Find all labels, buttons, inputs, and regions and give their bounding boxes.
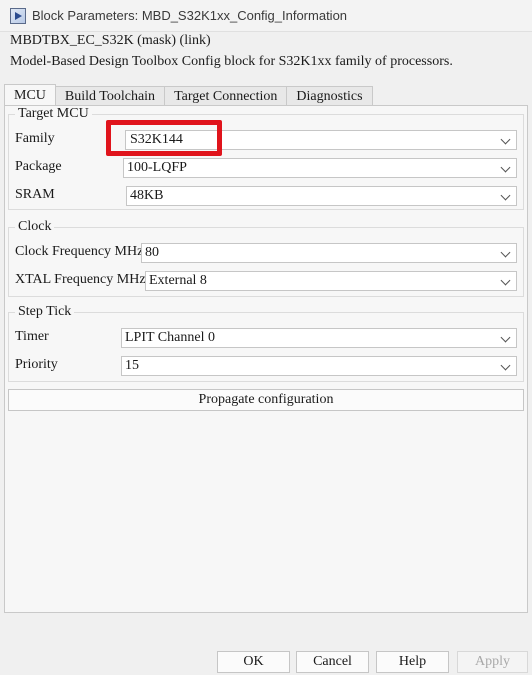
chevron-down-icon xyxy=(500,190,511,201)
tab-mcu[interactable]: MCU xyxy=(4,84,56,106)
window-title: Block Parameters: MBD_S32K1xx_Config_Inf… xyxy=(32,8,348,23)
title-bar: Block Parameters: MBD_S32K1xx_Config_Inf… xyxy=(0,0,532,32)
package-label: Package xyxy=(15,159,62,174)
clock-frequency-label: Clock Frequency MHz xyxy=(15,244,144,259)
block-description: Model-Based Design Toolbox Config block … xyxy=(10,54,453,69)
propagate-configuration-button[interactable]: Propagate configuration xyxy=(8,389,524,411)
highlight-box xyxy=(106,120,222,156)
tab-strip: MCU Build Toolchain Target Connection Di… xyxy=(4,84,373,106)
sram-value: 48KB xyxy=(130,188,164,203)
chevron-down-icon xyxy=(500,360,511,371)
mask-name: MBDTBX_EC_S32K (mask) (link) xyxy=(10,33,211,48)
chevron-down-icon xyxy=(500,134,511,145)
help-button[interactable]: Help xyxy=(376,651,449,673)
clock-frequency-value: 80 xyxy=(145,245,159,260)
xtal-frequency-select[interactable]: External 8 xyxy=(145,271,517,291)
ok-button[interactable]: OK xyxy=(217,651,290,673)
timer-label: Timer xyxy=(15,329,49,344)
chevron-down-icon xyxy=(500,162,511,173)
xtal-frequency-label: XTAL Frequency MHz xyxy=(15,272,146,287)
priority-value: 15 xyxy=(125,358,139,373)
chevron-down-icon xyxy=(500,332,511,343)
family-label: Family xyxy=(15,131,55,146)
group-legend-target-mcu: Target MCU xyxy=(15,106,92,122)
sram-select[interactable]: 48KB xyxy=(126,186,517,206)
dialog-header: MBDTBX_EC_S32K (mask) (link) Model-Based… xyxy=(0,32,532,74)
timer-value: LPIT Channel 0 xyxy=(125,330,215,345)
tab-target-connection[interactable]: Target Connection xyxy=(164,86,288,106)
chevron-down-icon xyxy=(500,275,511,286)
priority-select[interactable]: 15 xyxy=(121,356,517,376)
cancel-button[interactable]: Cancel xyxy=(296,651,369,673)
package-value: 100-LQFP xyxy=(127,160,187,175)
timer-select[interactable]: LPIT Channel 0 xyxy=(121,328,517,348)
tab-diagnostics[interactable]: Diagnostics xyxy=(286,86,373,106)
sram-label: SRAM xyxy=(15,187,55,202)
xtal-frequency-value: External 8 xyxy=(149,273,207,288)
group-legend-clock: Clock xyxy=(15,219,55,235)
group-legend-step-tick: Step Tick xyxy=(15,304,75,320)
package-select[interactable]: 100-LQFP xyxy=(123,158,517,178)
simulink-block-icon xyxy=(10,7,26,24)
chevron-down-icon xyxy=(500,247,511,258)
tab-build-toolchain[interactable]: Build Toolchain xyxy=(54,86,166,106)
clock-frequency-select[interactable]: 80 xyxy=(141,243,517,263)
priority-label: Priority xyxy=(15,357,58,372)
apply-button[interactable]: Apply xyxy=(457,651,528,673)
